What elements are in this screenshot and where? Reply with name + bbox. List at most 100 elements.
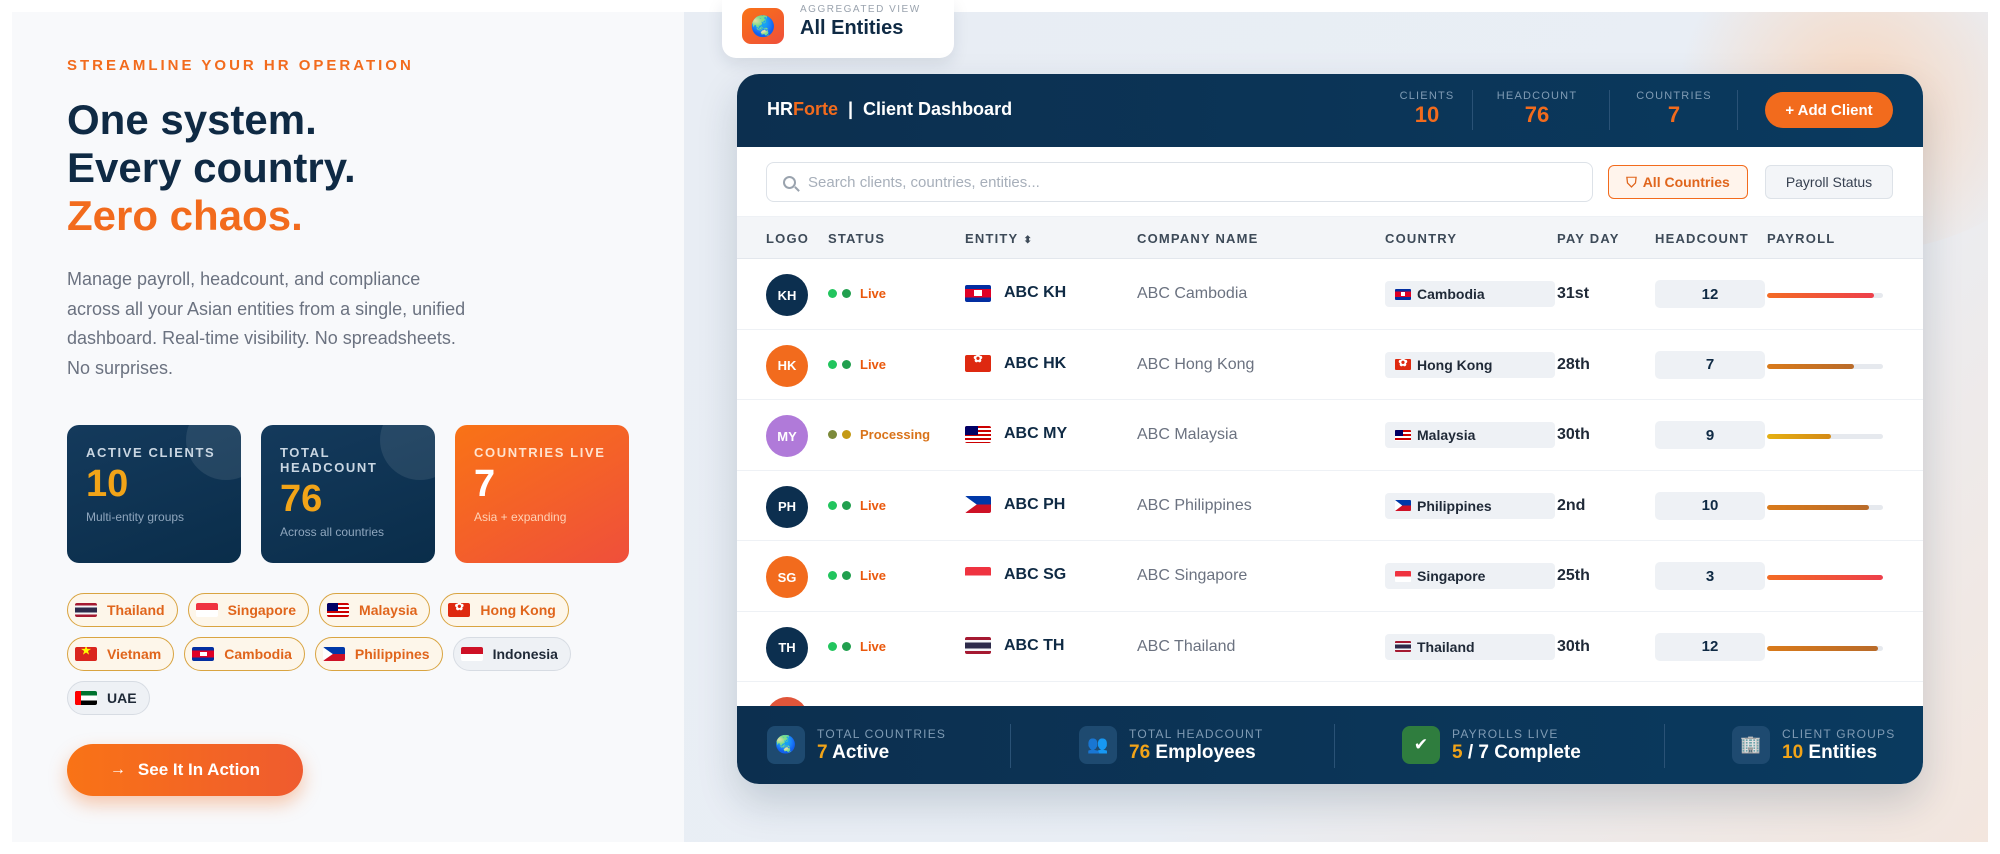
- column-header-status: STATUS: [828, 231, 886, 246]
- client-dashboard-card: HRForte | Client Dashboard CLIENTS 10 HEAD…: [737, 74, 1923, 784]
- table-row[interactable]: SG Live ABC SG ABC Singapore Singapore 2…: [737, 541, 1923, 612]
- entity-logo-avatar: SG: [766, 556, 808, 598]
- search-input[interactable]: Search clients, countries, entities...: [766, 162, 1593, 202]
- pay-day: 31st: [1557, 285, 1590, 302]
- footer-number: 5: [1452, 741, 1463, 763]
- entity-name: ABC PH: [1004, 495, 1066, 513]
- footer-value: 76 Employees: [1129, 741, 1263, 764]
- header-stat-value: 10: [1414, 102, 1440, 127]
- country-name: Philippines: [1417, 497, 1492, 514]
- payroll-progress-fill: [1767, 434, 1831, 439]
- country-tag: Singapore: [1385, 563, 1555, 589]
- headcount-value: 9: [1655, 421, 1765, 449]
- table-row[interactable]: MY Processing ABC MY ABC Malaysia Malays…: [737, 400, 1923, 471]
- entity-logo-avatar: KH: [766, 274, 808, 316]
- status-badge: Live: [828, 568, 886, 583]
- payroll-progress-bar: [1767, 575, 1883, 580]
- payroll-progress-bar: [1767, 293, 1883, 298]
- status-badge: Processing: [828, 427, 930, 442]
- chip-hong-kong[interactable]: Hong Kong: [440, 593, 569, 627]
- country-name: Malaysia: [1417, 427, 1476, 443]
- footer-number: 76: [1129, 741, 1151, 763]
- footer-divider: [1664, 724, 1665, 768]
- status-badge: Live: [828, 286, 886, 301]
- entity-name: ABC SG: [1004, 566, 1067, 583]
- entity-logo-avatar: HK: [766, 344, 808, 387]
- pill-kicker: AGGREGATED VIEW: [800, 4, 921, 15]
- entity-name: ABC TH: [1004, 636, 1065, 654]
- chip-label: Malaysia: [359, 602, 418, 618]
- status-dot: [828, 289, 837, 298]
- column-header-company: COMPANY NAME: [1137, 231, 1259, 246]
- entity-logo-avatar: PH: [766, 485, 808, 528]
- table-row[interactable]: TH Live ABC TH ABC Thailand Thailand 30t…: [737, 612, 1923, 682]
- hero-eyebrow: STREAMLINE YOUR HR OPERATION: [67, 57, 414, 74]
- company-name: ABC Philippines: [1137, 496, 1252, 514]
- payroll-progress-fill: [1767, 363, 1854, 369]
- headcount-value: 10: [1655, 491, 1765, 520]
- chip-malaysia[interactable]: Malaysia: [319, 593, 431, 627]
- chip-label: Philippines: [354, 646, 430, 662]
- footer-text: / 7 Complete: [1462, 741, 1581, 763]
- payroll-progress-fill: [1767, 645, 1879, 651]
- see-it-in-action-button[interactable]: → See It In Action: [67, 744, 303, 796]
- table-row[interactable]: PH Live ABC PH ABC Philippines Philippin…: [737, 471, 1923, 541]
- malaysia-flag-icon: [1395, 429, 1411, 441]
- chip-singapore[interactable]: Singapore: [187, 593, 310, 627]
- company-name: ABC Singapore: [1137, 567, 1248, 584]
- country-tag: Malaysia: [1385, 422, 1555, 448]
- footer-text: Employees: [1150, 741, 1256, 763]
- company-name: ABC Thailand: [1137, 637, 1236, 655]
- column-header-payroll: PAYROLL: [1767, 231, 1836, 246]
- entity-name: ABC HK: [1004, 354, 1067, 372]
- company-name: ABC Hong Kong: [1137, 355, 1255, 373]
- country-tag: Cambodia: [1385, 281, 1555, 307]
- country-name: Cambodia: [1417, 286, 1485, 302]
- company-name: ABC Malaysia: [1137, 426, 1238, 443]
- chip-uae[interactable]: UAE: [67, 681, 150, 715]
- table-row[interactable]: KH Live ABC KH ABC Cambodia Cambodia 31s…: [737, 259, 1923, 330]
- headline-line-2: Every country.: [67, 144, 356, 191]
- chip-philippines[interactable]: Philippines: [314, 637, 443, 671]
- payroll-progress-fill: [1767, 504, 1870, 510]
- add-client-button[interactable]: + Add Client: [1765, 92, 1893, 128]
- chip-label: Thailand: [107, 602, 165, 618]
- stat-card-countries-live: COUNTRIES LIVE 7 Asia + expanding: [455, 425, 629, 563]
- pay-day: 30th: [1557, 426, 1590, 443]
- search-icon: [783, 175, 796, 189]
- search-placeholder: Search clients, countries, entities...: [808, 173, 1040, 191]
- header-stat-label: COUNTRIES: [1636, 90, 1712, 102]
- cambodia-flag-icon: [1395, 288, 1411, 300]
- entity-cell: ABC MY: [965, 425, 1067, 443]
- header-stat-clients: CLIENTS 10: [1392, 90, 1462, 128]
- column-header-entity[interactable]: ENTITY ⬍: [965, 231, 1033, 246]
- chip-vietnam[interactable]: Vietnam: [67, 637, 175, 671]
- header-stat-headcount: HEADCOUNT 76: [1487, 90, 1587, 128]
- chip-cambodia[interactable]: Cambodia: [184, 637, 305, 671]
- status-text: Live: [860, 568, 887, 583]
- aggregated-view-pill: 🌏 AGGREGATED VIEW All Entities: [722, 0, 954, 58]
- footer-divider: [1334, 724, 1335, 768]
- chip-indonesia[interactable]: Indonesia: [452, 637, 571, 671]
- chip-label: Singapore: [227, 602, 297, 618]
- stat-sub: Multi-entity groups: [86, 510, 185, 524]
- filter-label: All Countries: [1642, 174, 1730, 190]
- header-stat-label: HEADCOUNT: [1496, 90, 1578, 102]
- status-dot: [828, 571, 837, 580]
- payroll-status-filter-button[interactable]: Payroll Status: [1765, 165, 1893, 199]
- payroll-progress-fill: [1767, 575, 1883, 580]
- stat-label: TOTAL HEADCOUNT: [280, 445, 378, 475]
- table-row[interactable]: HK Live ABC HK ABC Hong Kong Hong Kong 2…: [737, 330, 1923, 400]
- headcount-value: 7: [1655, 350, 1765, 379]
- header-divider: [1737, 90, 1738, 130]
- header-divider: [1609, 90, 1610, 130]
- table-header: LOGO STATUS ENTITY ⬍ COMPANY NAME COUNTRY…: [737, 217, 1923, 259]
- brand-forte: Forte: [793, 99, 838, 119]
- country-name: Hong Kong: [1417, 356, 1493, 373]
- footer-total-countries: 🌏 TOTAL COUNTRIES 7 Active: [767, 726, 946, 764]
- chip-thailand[interactable]: Thailand: [67, 593, 178, 627]
- header-stat-label: CLIENTS: [1399, 90, 1455, 102]
- headline-line-1: One system.: [67, 96, 317, 143]
- all-countries-filter-button[interactable]: ⛉ All Countries: [1608, 165, 1748, 199]
- thailand-flag-icon: [965, 637, 991, 654]
